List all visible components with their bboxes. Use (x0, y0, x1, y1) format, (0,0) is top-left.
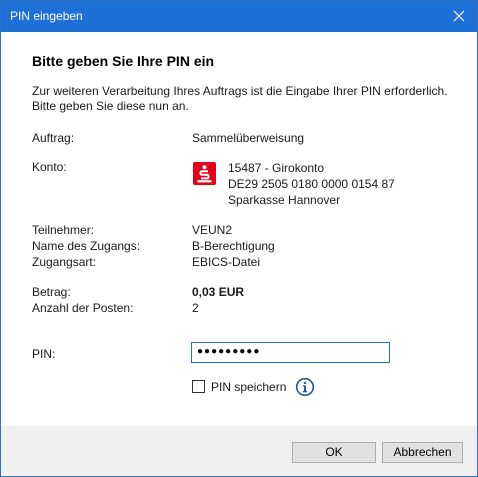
dialog-heading: Bitte geben Sie Ihre PIN ein (32, 53, 215, 69)
teilnehmer-label: Teilnehmer: (32, 223, 95, 237)
teilnehmer-value: VEUN2 (192, 223, 233, 237)
auftrag-label: Auftrag: (32, 131, 75, 145)
pin-dialog: PIN eingeben Bitte geben Sie Ihre PIN ei… (0, 0, 478, 477)
info-icon[interactable] (295, 377, 315, 397)
zugangsart-value: EBICS-Datei (192, 255, 261, 269)
intro-line-2: Bitte geben Sie diese nun an. (32, 99, 189, 113)
bank-name: Sparkasse Hannover (228, 193, 341, 207)
sparkasse-logo-icon (193, 162, 216, 185)
pin-label: PIN: (32, 347, 56, 361)
title-bar[interactable]: PIN eingeben (1, 1, 477, 32)
betrag-value: 0,03 EUR (192, 285, 245, 299)
account-details: 15487 - Girokonto DE29 2505 0180 0000 01… (228, 160, 395, 208)
account-iban: DE29 2505 0180 0000 0154 87 (228, 177, 395, 191)
window-title: PIN eingeben (10, 9, 83, 23)
konto-label: Konto: (32, 160, 67, 174)
ok-button[interactable]: OK (292, 442, 376, 463)
zugang-value: B-Berechtigung (192, 239, 275, 253)
intro-line-1: Zur weiteren Verarbeitung Ihres Auftrags… (32, 84, 448, 98)
pin-input[interactable]: ●●●●●●●●● (191, 342, 390, 363)
cancel-button[interactable]: Abbrechen (382, 442, 463, 463)
save-pin-checkbox[interactable] (192, 380, 205, 393)
pin-masked-value: ●●●●●●●●● (197, 346, 261, 357)
betrag-label: Betrag: (32, 285, 71, 299)
zugang-label: Name des Zugangs: (32, 239, 141, 253)
posten-value: 2 (192, 301, 199, 315)
intro-text: Zur weiteren Verarbeitung Ihres Auftrags… (32, 84, 462, 114)
account-name: 15487 - Girokonto (228, 161, 325, 175)
close-icon[interactable] (448, 5, 470, 27)
save-pin-label[interactable]: PIN speichern (211, 380, 286, 394)
zugangsart-label: Zugangsart: (32, 255, 97, 269)
auftrag-value: Sammelüberweisung (192, 131, 305, 145)
posten-label: Anzahl der Posten: (32, 301, 134, 315)
